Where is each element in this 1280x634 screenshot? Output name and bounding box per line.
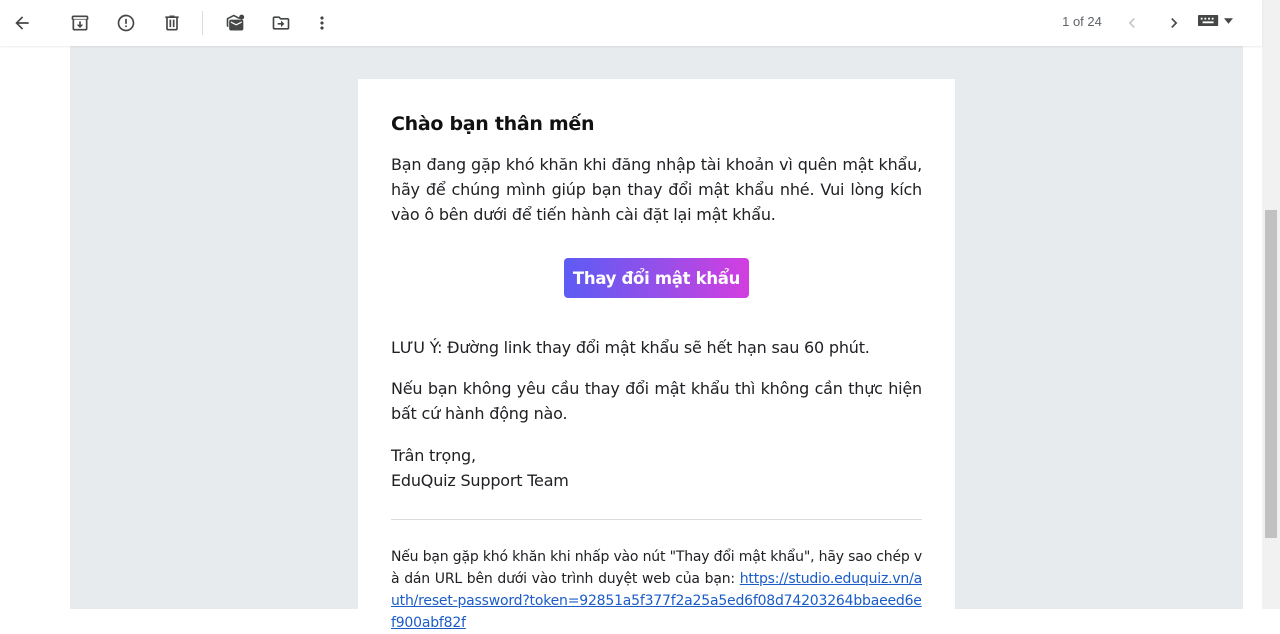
- signature: EduQuiz Support Team: [391, 471, 569, 490]
- pager-count: 1 of 24: [1062, 14, 1102, 29]
- chevron-right-icon: [1171, 18, 1178, 28]
- chevron-left-icon: [1128, 18, 1135, 28]
- keyboard-icon: [1198, 15, 1219, 26]
- back-button[interactable]: [4, 5, 40, 41]
- report-spam-icon: [117, 14, 135, 32]
- divider: [391, 519, 922, 520]
- more-vert-icon: [320, 16, 324, 30]
- delete-icon: [165, 15, 179, 31]
- caret-down-icon: [1224, 17, 1233, 24]
- signoff: Trân trọng,: [391, 446, 476, 465]
- move-to-icon: [272, 16, 290, 30]
- older-button[interactable]: [1156, 5, 1192, 41]
- greeting-heading: Chào bạn thân mến: [391, 113, 595, 135]
- intro-paragraph: Bạn đang gặp khó khăn khi đăng nhập tài …: [391, 155, 922, 224]
- page-scrollbar[interactable]: [1262, 0, 1280, 609]
- change-password-button[interactable]: Thay đổi mật khẩu: [564, 258, 749, 298]
- report-spam-button[interactable]: [108, 5, 144, 41]
- mark-unread-icon: [226, 14, 245, 31]
- more-options-button[interactable]: [304, 5, 340, 41]
- message-toolbar: 1 of 24: [0, 0, 1262, 46]
- move-to-button[interactable]: [263, 5, 299, 41]
- email-card: Chào bạn thân mến Bạn đang gặp khó khăn …: [358, 79, 955, 631]
- footer-paragraph: Nếu bạn gặp khó khăn khi nhấp vào nút "T…: [391, 546, 922, 634]
- back-arrow-icon: [15, 16, 29, 30]
- mark-unread-button[interactable]: [217, 5, 253, 41]
- newer-button[interactable]: [1114, 5, 1150, 41]
- input-tools-button[interactable]: [1198, 13, 1233, 28]
- archive-icon: [71, 15, 89, 31]
- expiry-note: LƯU Ý: Đường link thay đổi mật khẩu sẽ h…: [391, 338, 870, 357]
- archive-button[interactable]: [62, 5, 98, 41]
- toolbar-divider: [202, 11, 203, 35]
- delete-button[interactable]: [154, 5, 190, 41]
- scrollbar-thumb[interactable]: [1265, 210, 1277, 538]
- right-margin: [1243, 46, 1262, 609]
- ignore-paragraph: Nếu bạn không yêu cầu thay đổi mật khẩu …: [391, 379, 922, 423]
